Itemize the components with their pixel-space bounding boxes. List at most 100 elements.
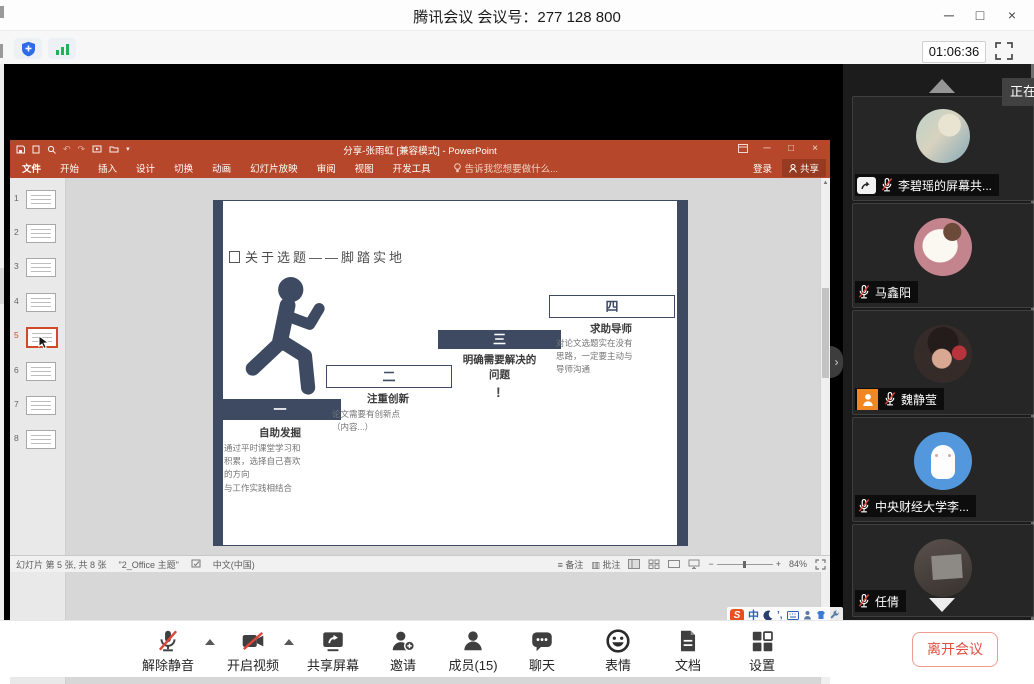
slideshow-view-button[interactable] <box>688 559 700 569</box>
thumbnail-slide-1[interactable]: 1 <box>14 190 62 208</box>
thumbnail-slide-3[interactable]: 3 <box>14 258 62 276</box>
chat-button[interactable]: 聊天 <box>502 628 582 674</box>
zoom-in-button[interactable]: + <box>776 559 781 569</box>
start-video-label: 开启视频 <box>213 655 293 674</box>
meeting-titlebar: 腾讯会议 会议号：277 128 800 ─ □ × <box>0 0 1034 31</box>
sign-in-link[interactable]: 登录 <box>753 161 772 175</box>
reading-view-button[interactable] <box>668 559 680 569</box>
slide-count-status: 幻灯片 第 5 张, 共 8 张 <box>16 558 107 571</box>
participant-tile[interactable]: 马鑫阳 <box>852 203 1034 308</box>
tab-home[interactable]: 开始 <box>60 161 79 175</box>
tab-insert[interactable]: 插入 <box>98 161 117 175</box>
emoji-button[interactable]: 表情 <box>578 628 658 674</box>
ime-person-icon[interactable] <box>803 610 812 620</box>
thumbnail-slide-5-selected[interactable]: 5 <box>14 327 62 345</box>
maximize-button[interactable]: □ <box>968 4 992 26</box>
ime-punctuation-icon[interactable]: ’, <box>777 610 783 621</box>
tab-file[interactable]: 文件 <box>22 161 41 175</box>
ghost-avatar-figure <box>931 445 955 479</box>
ppt-close-button[interactable]: × <box>804 140 826 158</box>
step1-bar: 一 <box>219 399 341 420</box>
share-screen-button[interactable]: 共享屏幕 <box>293 628 373 674</box>
tab-design[interactable]: 设计 <box>136 161 155 175</box>
ppt-minimize-button[interactable]: ─ <box>756 140 778 158</box>
ribbon-tabs: 文件 开始 插入 设计 切换 动画 幻灯片放映 审阅 视图 开发工具 告诉我您想… <box>10 158 830 178</box>
start-video-button[interactable]: 开启视频 <box>213 628 293 674</box>
powerpoint-window: ↶ ↷ ▾ 分享-张雨虹 [兼容模式] - PowerPoint ─ □ × 文… <box>10 140 830 572</box>
tab-transitions[interactable]: 切换 <box>174 161 193 175</box>
participant-name-label: 李碧瑶的屏幕共... <box>855 174 999 196</box>
fit-slide-icon[interactable] <box>815 559 826 570</box>
zoom-controls: − + <box>708 559 781 569</box>
participant-tile[interactable]: 魏静莹 <box>852 310 1034 415</box>
thumbnail-slide-2[interactable]: 2 <box>14 224 62 242</box>
scroll-up-arrow[interactable]: ▲ <box>821 180 830 186</box>
docs-button[interactable]: 文档 <box>648 628 728 674</box>
comments-toggle[interactable]: ▥ 批注 <box>591 558 620 571</box>
tab-developer[interactable]: 开发工具 <box>393 161 431 175</box>
zoom-percentage[interactable]: 84% <box>789 559 807 569</box>
participant-name-label: 任倩 <box>855 590 906 612</box>
step4-heading: 求助导师 <box>549 321 673 336</box>
sidebar-collapse-tab[interactable]: › <box>830 346 843 378</box>
settings-button[interactable]: 设置 <box>722 628 802 674</box>
muted-mic-icon <box>883 391 897 407</box>
tell-me-label: 告诉我您想要做什么... <box>465 161 558 175</box>
zoom-slider[interactable] <box>717 564 773 565</box>
step3-exclamation: ! <box>496 384 501 400</box>
fullscreen-button[interactable] <box>994 41 1014 66</box>
slide-right-accent-bar <box>677 201 687 545</box>
invite-button[interactable]: 邀请 <box>363 628 443 674</box>
notes-toggle[interactable]: ≡ 备注 <box>558 558 584 571</box>
ime-keyboard-icon[interactable] <box>787 611 799 620</box>
theme-name: "2_Office 主题" <box>119 558 179 571</box>
language-status[interactable]: 中文(中国) <box>213 558 255 571</box>
tell-me-box[interactable]: 告诉我您想要做什么... <box>454 161 558 175</box>
background-glyph-fragment <box>0 6 4 18</box>
slide-thumbnail-panel: 1 2 3 4 5 6 7 8 <box>10 178 66 684</box>
thumbnail-slide-4[interactable]: 4 <box>14 293 62 311</box>
step4-bar: 四 <box>549 295 675 318</box>
tab-view[interactable]: 视图 <box>355 161 374 175</box>
current-slide[interactable]: 关于选题——脚踏实地 一 自助发掘 通过平时课堂学习和 积累，选择自己喜欢 的方… <box>213 200 688 546</box>
scroll-up-triangle[interactable] <box>929 79 955 93</box>
muted-mic-icon <box>857 593 871 609</box>
step3-heading: 明确需要解决的 问题 <box>438 352 561 382</box>
ppt-restore-button[interactable]: □ <box>780 140 802 158</box>
meeting-timer: 01:06:36 <box>922 41 986 63</box>
normal-view-button[interactable] <box>628 559 640 569</box>
scroll-down-triangle[interactable] <box>929 598 955 612</box>
thumbnail-slide-7[interactable]: 7 <box>14 396 62 414</box>
person-icon <box>789 164 797 173</box>
zoom-out-button[interactable]: − <box>708 559 713 569</box>
leave-meeting-button[interactable]: 离开会议 <box>912 632 998 667</box>
shared-screen-stage: ↶ ↷ ▾ 分享-张雨虹 [兼容模式] - PowerPoint ─ □ × 文… <box>4 64 1034 620</box>
scrollbar-thumb[interactable] <box>822 288 829 378</box>
tab-animations[interactable]: 动画 <box>212 161 231 175</box>
zoom-slider-knob[interactable] <box>743 561 746 568</box>
thumbnail-slide-6[interactable]: 6 <box>14 362 62 380</box>
thumbnail-slide-8[interactable]: 8 <box>14 430 62 448</box>
ime-skin-icon[interactable] <box>816 610 826 620</box>
participant-tile[interactable]: 中央财经大学李... <box>852 417 1034 522</box>
minimize-button[interactable]: ─ <box>937 4 961 26</box>
close-button[interactable]: × <box>1000 4 1024 26</box>
ime-moon-icon[interactable] <box>763 610 773 621</box>
unmute-button[interactable]: 解除静音 <box>128 628 208 674</box>
step3-bar: 三 <box>438 330 561 349</box>
participant-tile[interactable]: 李碧瑶的屏幕共... <box>852 96 1034 201</box>
ime-wrench-icon[interactable] <box>830 610 840 620</box>
network-status-button[interactable] <box>48 38 76 59</box>
participant-sidebar: 李碧瑶的屏幕共... 马鑫阳 <box>843 64 1034 620</box>
slide-sorter-view-button[interactable] <box>648 559 660 569</box>
tab-review[interactable]: 审阅 <box>317 161 336 175</box>
spellcheck-icon[interactable] <box>191 559 201 569</box>
tab-slideshow[interactable]: 幻灯片放映 <box>250 161 298 175</box>
avatar <box>914 539 972 597</box>
members-button[interactable]: 成员(15) <box>433 628 513 674</box>
avatar <box>914 218 972 276</box>
slide-canvas: 关于选题——脚踏实地 一 自助发掘 通过平时课堂学习和 积累，选择自己喜欢 的方… <box>66 178 821 684</box>
security-button[interactable] <box>14 38 42 59</box>
ribbon-display-options-button[interactable] <box>732 140 754 158</box>
ppt-share-button[interactable]: 共享 <box>782 159 826 177</box>
